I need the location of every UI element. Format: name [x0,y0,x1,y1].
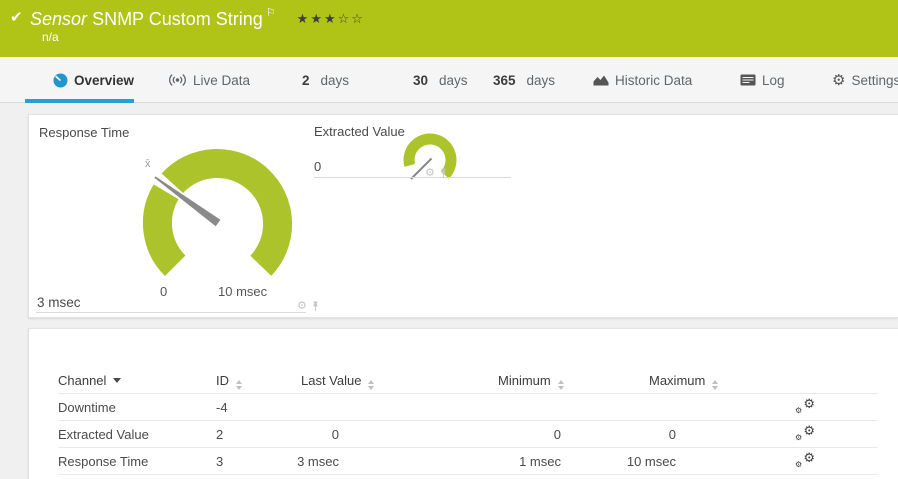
sort-icon [368,380,375,390]
response-time-value: 3 msec [37,295,81,310]
cell-channel: Response Time [58,454,149,469]
cell-channel: Extracted Value [58,427,149,442]
gear-icon: ⚙ [803,396,815,411]
tab-2-days[interactable]: 2 days [302,57,349,103]
tab-30-days[interactable]: 30 days [413,57,468,103]
cell-last-value: 3 msec [297,454,339,469]
column-header-channel[interactable]: Channel [58,367,122,394]
sensor-header: ✔ Sensor SNMP Custom String ⚐ ★★★☆☆ n/a [0,0,898,57]
average-marker: x̄ [145,158,151,170]
sort-icon [712,380,719,390]
cell-channel: Downtime [58,400,116,415]
column-header-id[interactable]: ID [216,367,242,394]
column-header-last-value[interactable]: Last Value [301,367,375,394]
cell-minimum: 0 [553,427,561,442]
tab-label: Overview [74,72,135,88]
tab-historic-data[interactable]: Historic Data [593,57,692,103]
tab-number: 2 [302,72,310,88]
divider [36,312,306,313]
column-label: Minimum [498,373,551,388]
gauge-actions: ⚙ [297,301,320,312]
gear-icon: ⚙ [795,406,803,415]
channel-gear-icon[interactable]: ⚙ [297,301,307,312]
priority-stars[interactable]: ★★★☆☆ [297,11,365,26]
channel-gear-icon[interactable]: ⚙ [425,168,435,179]
gauge-min-label: 0 [160,284,168,299]
cell-maximum: 0 [668,427,676,442]
gear-icon: ⚙ [803,423,815,438]
tab-label: Live Data [193,72,251,88]
cell-id: 2 [216,427,224,442]
tab-label: Settings [851,72,898,88]
page-title: Sensor SNMP Custom String ⚐ ★★★☆☆ [30,6,365,30]
response-time-gauge [142,148,293,277]
extracted-value-value: 0 [314,159,322,174]
area-chart-icon [593,75,609,86]
channel-table-panel: Channel ID Last Value Minimum Maximum Do… [28,328,898,479]
pin-icon[interactable] [439,168,448,179]
sensor-status-text: n/a [42,30,59,44]
tab-log[interactable]: Log [740,57,785,103]
gear-icon: ⚙ [795,433,803,442]
sensor-name: SNMP Custom String [92,9,263,29]
gauges-panel: Response Time x̄ 0 10 msec 3 msec ⚙ Extr… [28,114,898,318]
cell-minimum: 1 msec [519,454,561,469]
tab-label: Historic Data [615,72,693,88]
table-header-row: Channel ID Last Value Minimum Maximum [29,367,898,394]
table-row: Extracted Value 2 0 0 0 ⚙ ⚙ [29,421,898,448]
sort-desc-icon [113,378,122,383]
tab-number: 30 [413,72,429,88]
tab-overview[interactable]: Overview [24,57,135,103]
column-header-minimum[interactable]: Minimum [498,367,564,394]
tab-bar: Overview Live Data 2 days 30 days 365 da… [0,57,898,103]
column-header-maximum[interactable]: Maximum [649,367,719,394]
column-label: ID [216,373,229,388]
sort-icon [236,380,242,390]
sensor-kind-label: Sensor [30,9,88,29]
gauge-max-label: 10 msec [218,284,268,299]
channel-settings-icon[interactable]: ⚙ ⚙ [795,424,815,442]
tab-label: Log [762,72,785,88]
tab-label: days [320,72,350,88]
channel-settings-icon[interactable]: ⚙ ⚙ [795,451,815,469]
gauge-icon [53,73,68,87]
cell-id: -4 [216,400,228,415]
settings-gear-icon: ⚙ [832,71,846,89]
table-row: Downtime -4 ⚙ ⚙ [29,394,898,421]
gauge-actions: ⚙ [425,168,448,179]
tab-365-days[interactable]: 365 days [493,57,555,103]
divider [314,177,511,178]
sort-icon [557,380,564,390]
gear-icon: ⚙ [795,460,803,469]
status-check-icon: ✔ [10,9,23,26]
extracted-value-gauge [403,133,457,180]
tab-number: 365 [493,72,516,88]
column-label: Channel [58,373,107,388]
column-label: Last Value [301,373,362,388]
gauge-title-extracted-value: Extracted Value [314,124,405,139]
favorite-flag-icon[interactable]: ⚐ [266,7,276,19]
log-list-icon [740,74,756,86]
broadcast-icon [169,74,186,86]
table-row: Response Time 3 3 msec 1 msec 10 msec ⚙ … [29,448,898,475]
column-label: Maximum [649,373,706,388]
pin-icon[interactable] [311,301,320,312]
tab-live-data[interactable]: Live Data [168,57,250,103]
cell-id: 3 [216,454,224,469]
cell-maximum: 10 msec [626,454,676,469]
gear-icon: ⚙ [803,450,815,465]
channel-settings-icon[interactable]: ⚙ ⚙ [795,397,815,415]
tab-label: days [526,72,556,88]
tab-label: days [439,72,468,88]
cell-last-value: 0 [331,427,339,442]
tab-settings[interactable]: ⚙ Settings [832,57,898,103]
